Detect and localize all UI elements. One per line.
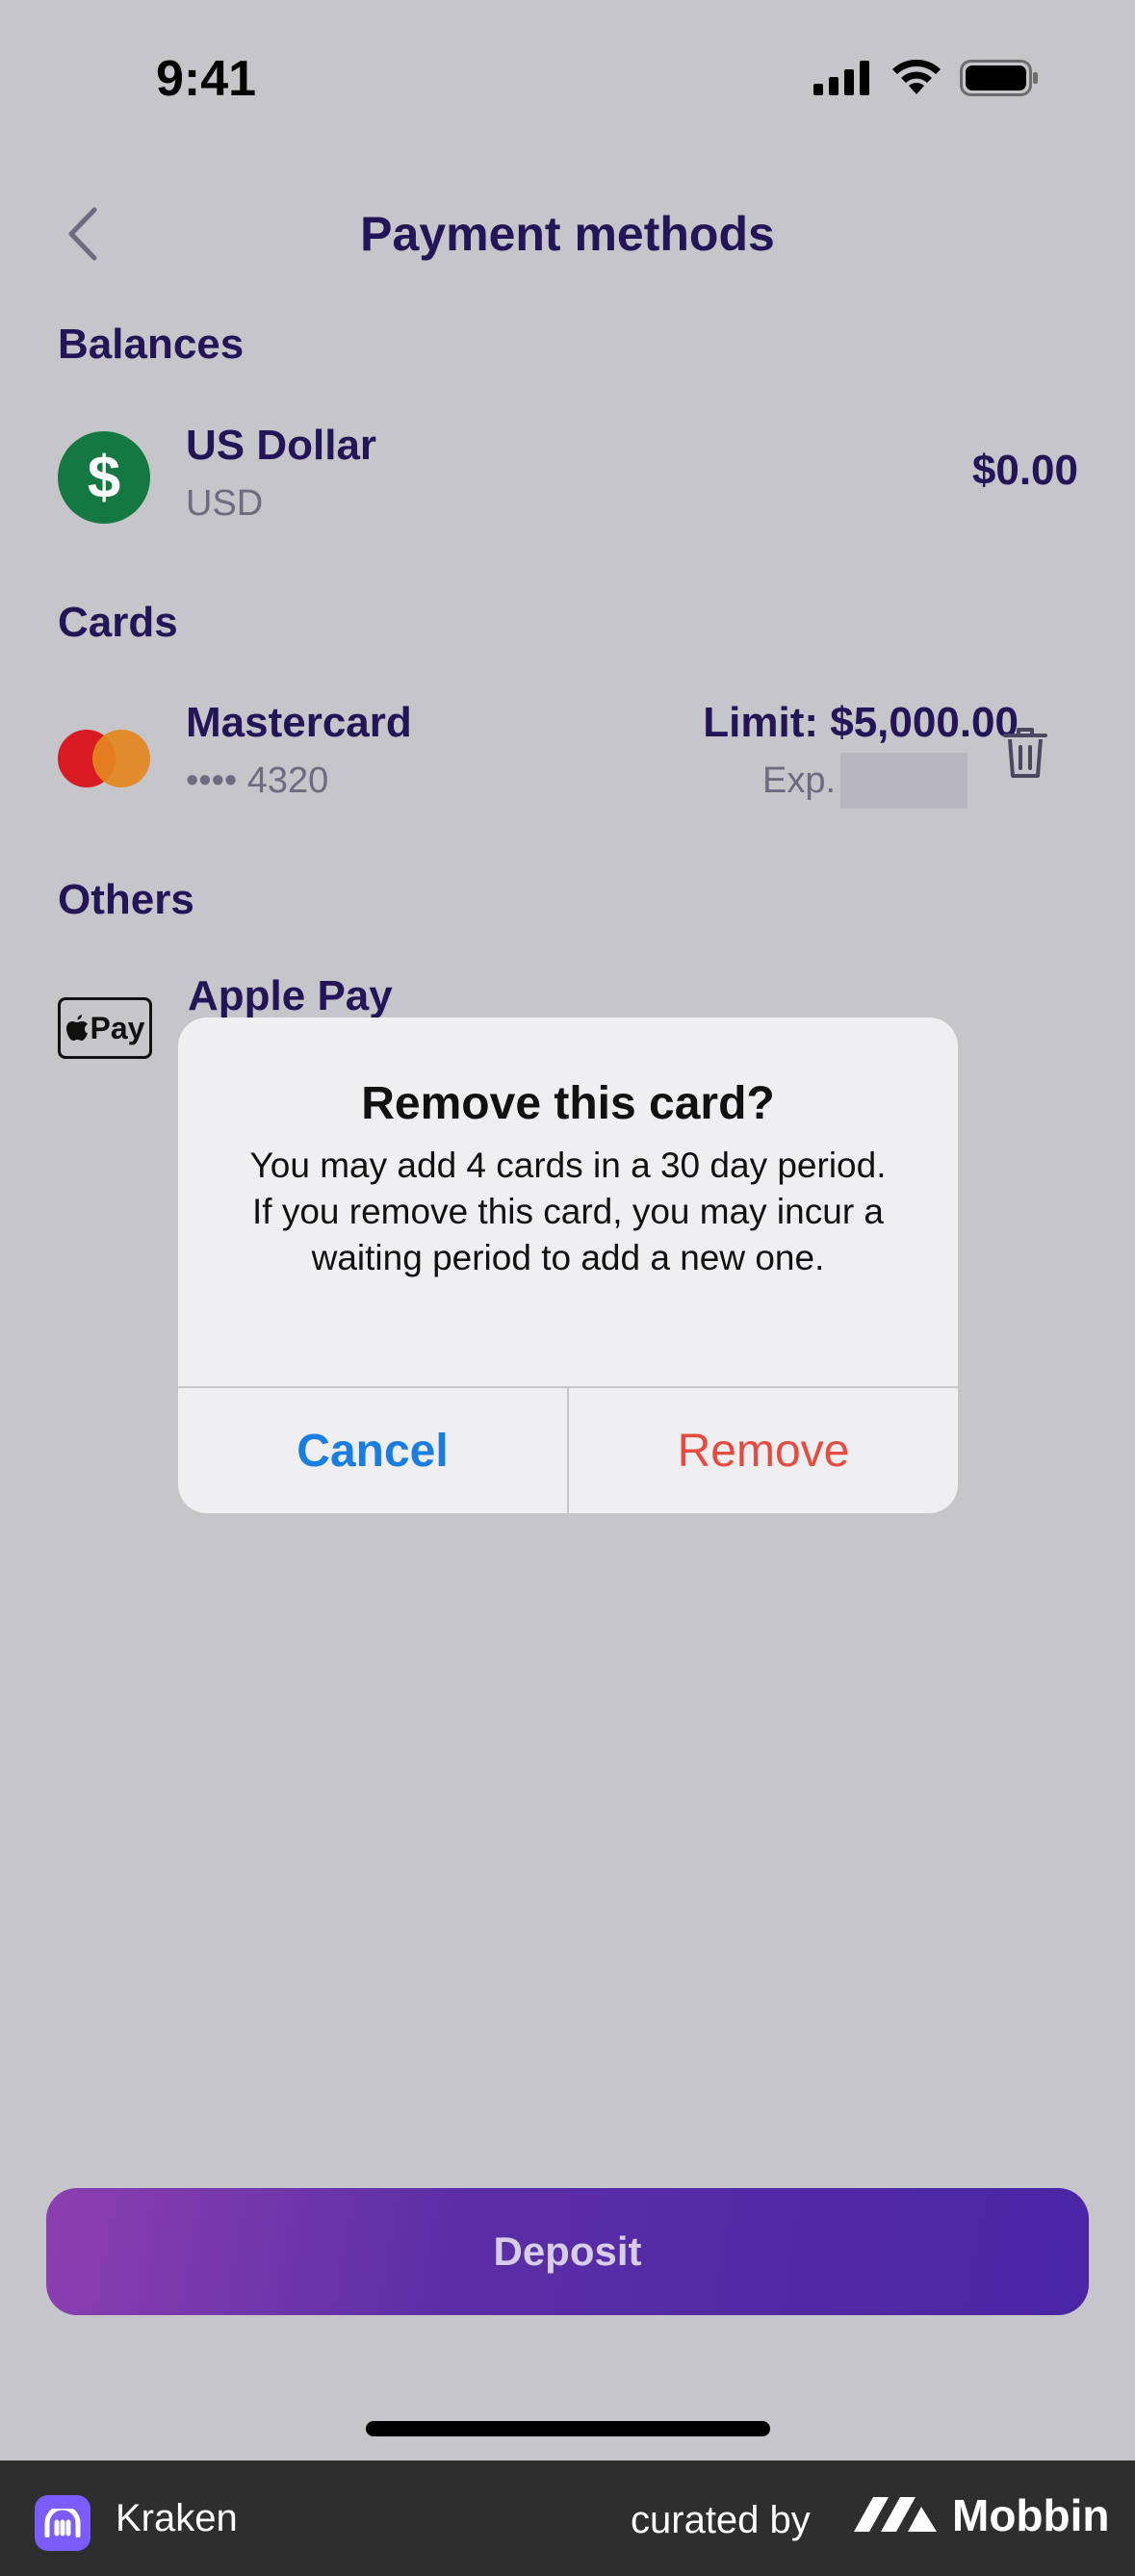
kraken-app-icon <box>35 2495 90 2551</box>
balance-amount: $0.00 <box>971 447 1078 494</box>
mobbin-footer: Kraken curated by Mobbin <box>0 2460 1135 2576</box>
battery-icon <box>960 60 1039 101</box>
balance-row-usd[interactable]: $ US Dollar USD $0.00 <box>58 422 1078 537</box>
status-time: 9:41 <box>156 51 257 107</box>
card-expiry-label: Exp. <box>762 760 837 801</box>
mobbin-logo-icon <box>852 2493 939 2538</box>
apple-pay-badge-text: Pay <box>90 1010 145 1045</box>
mobbin-brand: Mobbin <box>852 2489 1110 2541</box>
deposit-button[interactable]: Deposit <box>46 2188 1089 2315</box>
card-title: Mastercard <box>186 699 412 746</box>
status-bar: 9:41 <box>0 0 1135 144</box>
card-expiry-redacted <box>840 753 967 809</box>
remove-card-dialog: Remove this card? You may add 4 cards in… <box>178 1018 958 1513</box>
remove-button[interactable]: Remove <box>569 1388 958 1513</box>
mobbin-brand-name: Mobbin <box>952 2490 1110 2540</box>
balance-title: US Dollar <box>186 422 377 469</box>
footer-curated-by: curated by <box>631 2499 811 2541</box>
dialog-title: Remove this card? <box>361 1078 775 1129</box>
cancel-button[interactable]: Cancel <box>178 1388 567 1513</box>
card-row-mastercard[interactable]: Mastercard •••• 4320 Limit: $5,000.00 Ex… <box>58 699 1078 814</box>
status-icons <box>813 59 1039 101</box>
wifi-icon <box>890 59 942 101</box>
page-title: Payment methods <box>360 207 775 261</box>
balances-heading: Balances <box>58 321 245 368</box>
dialog-message: You may add 4 cards in a 30 day period. … <box>249 1146 887 1277</box>
delete-card-button[interactable] <box>1001 724 1055 786</box>
apple-pay-icon: Pay <box>58 997 152 1059</box>
nav-bar: Payment methods <box>0 183 1135 289</box>
card-limit: Limit: $5,000.00 <box>703 699 1019 746</box>
trash-icon <box>1001 728 1049 786</box>
others-heading: Others <box>58 876 194 923</box>
card-number: •••• 4320 <box>186 760 329 801</box>
balance-currency: USD <box>186 483 264 524</box>
mastercard-icon <box>58 708 150 801</box>
dollar-icon: $ <box>58 431 150 524</box>
cellular-signal-icon <box>813 61 873 100</box>
apple-pay-title: Apple Pay <box>188 972 393 1019</box>
deposit-label: Deposit <box>493 2228 642 2274</box>
footer-app-name: Kraken <box>116 2497 238 2539</box>
cards-heading: Cards <box>58 599 178 646</box>
home-indicator <box>366 2421 770 2436</box>
